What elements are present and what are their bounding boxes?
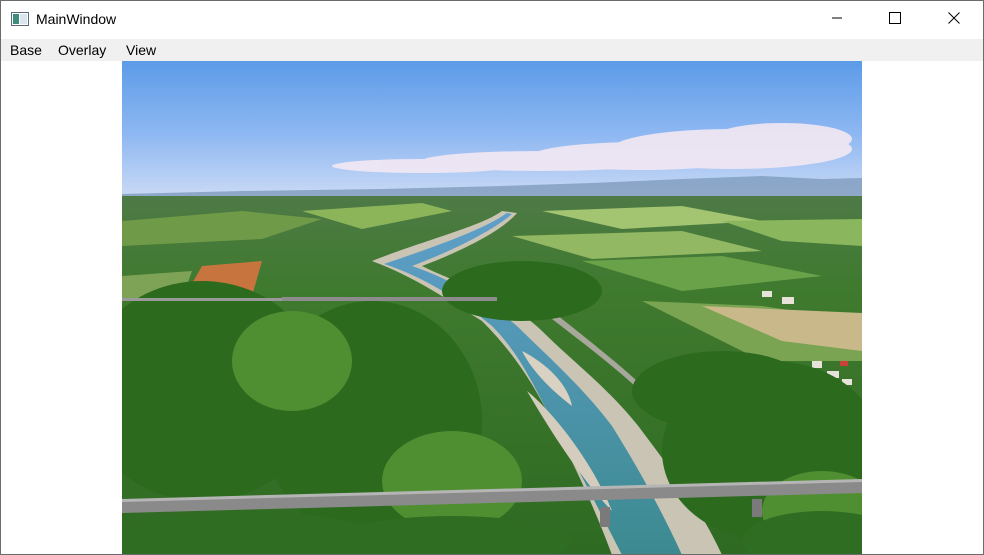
menu-bar: Base Overlay View <box>1 39 983 61</box>
close-icon <box>948 11 960 29</box>
aerial-river-photo <box>122 61 862 554</box>
title-bar[interactable]: MainWindow <box>1 1 983 38</box>
minimize-icon <box>831 11 843 29</box>
app-window-icon <box>11 12 29 26</box>
maximize-icon <box>889 11 901 29</box>
image-canvas[interactable] <box>122 61 862 554</box>
menu-overlay[interactable]: Overlay <box>58 42 106 58</box>
menu-view[interactable]: View <box>126 42 156 58</box>
menu-base[interactable]: Base <box>10 42 42 58</box>
close-button[interactable] <box>925 1 983 38</box>
main-window: MainWindow Base Overlay View <box>0 0 984 555</box>
window-title: MainWindow <box>36 11 117 27</box>
maximize-button[interactable] <box>866 1 924 38</box>
minimize-button[interactable] <box>808 1 866 38</box>
